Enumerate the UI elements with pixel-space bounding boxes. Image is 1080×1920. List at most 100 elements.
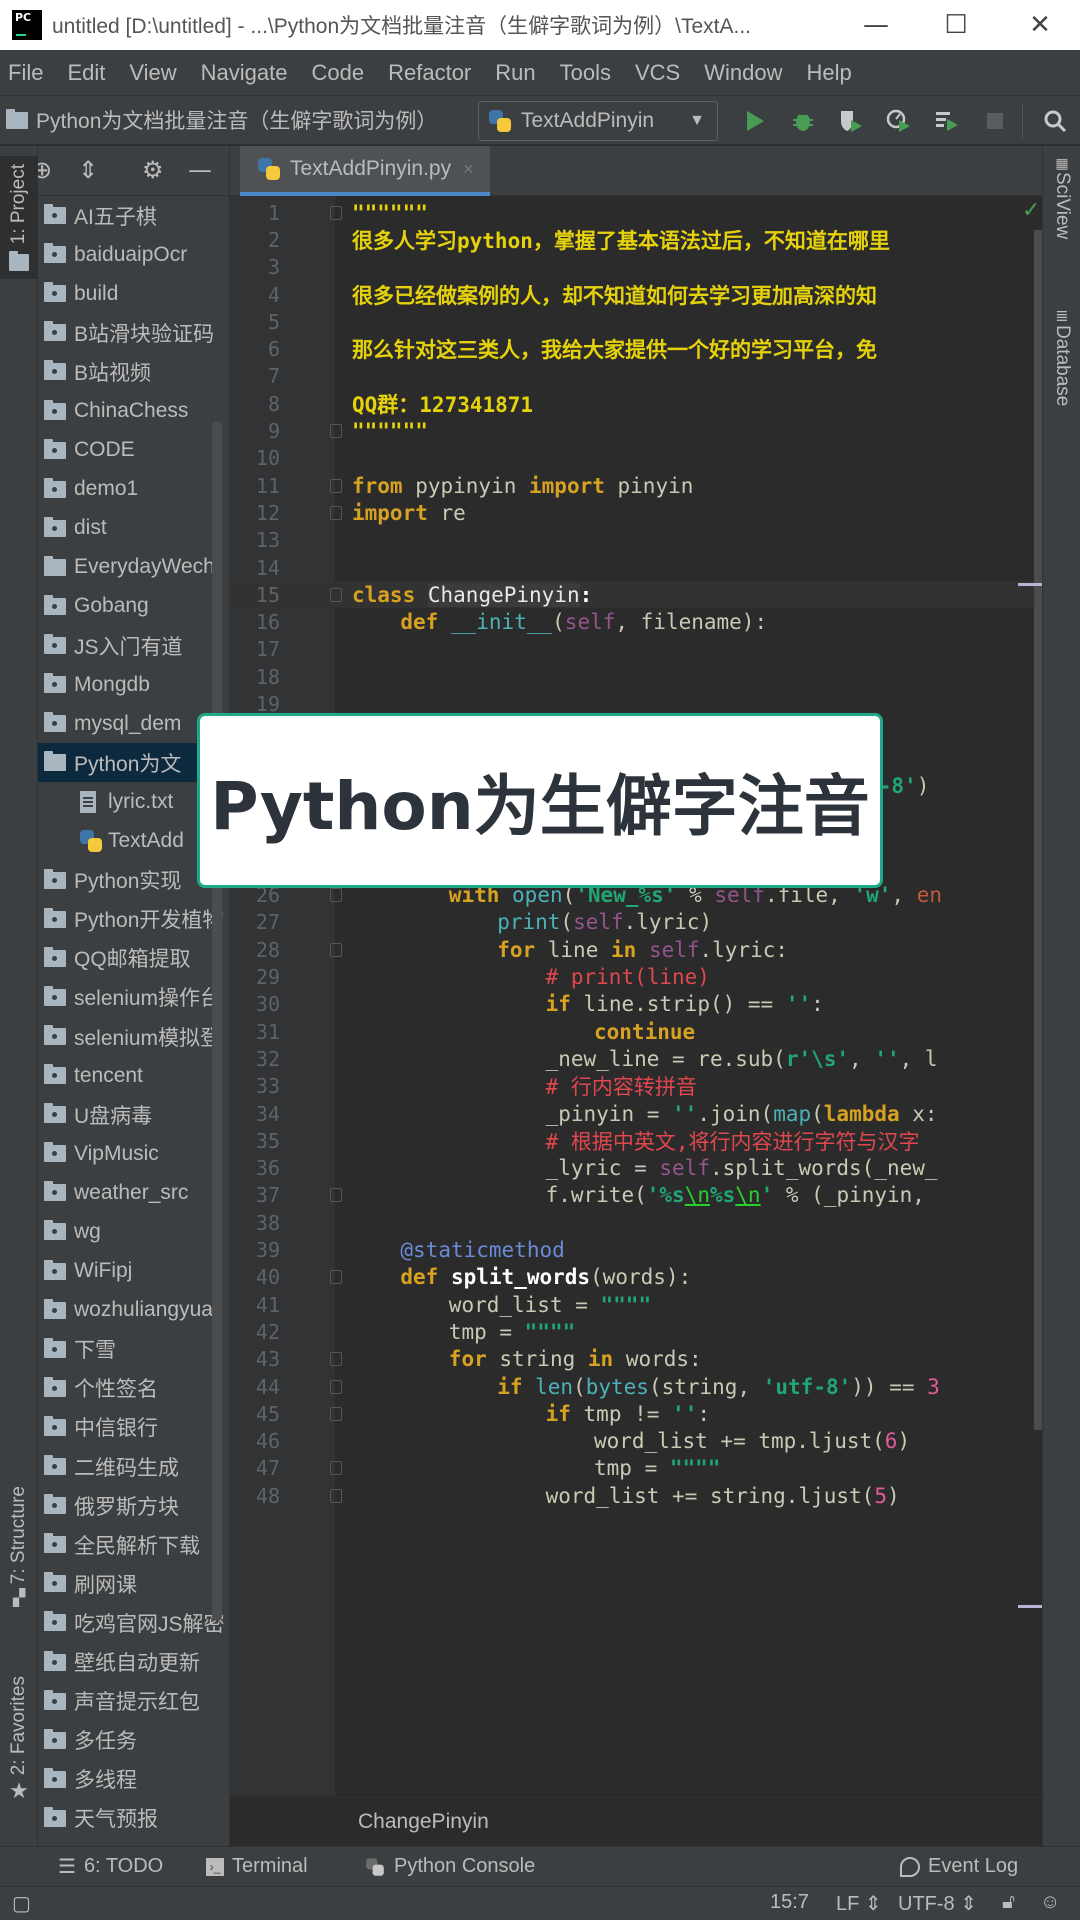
search-everywhere-button[interactable] bbox=[1040, 106, 1070, 136]
fold-marker-icon[interactable] bbox=[330, 478, 342, 493]
editor-scrollbar[interactable] bbox=[1034, 230, 1042, 1430]
code-line[interactable]: 32 _new_line = re.sub(r'\s', '', l bbox=[230, 1045, 1042, 1072]
project-tree-item[interactable]: Mongdb bbox=[38, 665, 229, 704]
fold-marker-icon[interactable] bbox=[330, 1270, 342, 1285]
close-button[interactable]: ✕ bbox=[1010, 0, 1070, 50]
project-tree-item[interactable]: JS入门有道 bbox=[38, 626, 229, 665]
menu-view[interactable]: View bbox=[129, 60, 176, 86]
code-line[interactable]: 11 from pypinyin import pinyin bbox=[230, 472, 1042, 499]
collapse-all-icon[interactable]: ⇕ bbox=[78, 156, 98, 184]
project-tree-item[interactable]: 吃鸡官网JS解密 bbox=[38, 1603, 229, 1642]
code-line[interactable]: 45 if tmp != '': bbox=[230, 1400, 1042, 1427]
favorites-tool-tab[interactable]: 2: Favorites ★ bbox=[0, 1676, 38, 1804]
error-stripe-marker[interactable] bbox=[1018, 1605, 1042, 1608]
maximize-button[interactable]: ☐ bbox=[926, 0, 986, 50]
terminal-tab[interactable]: ›_ Terminal bbox=[206, 1855, 308, 1878]
code-line[interactable]: 6 那么针对这三类人，我给大家提供一个好的学习平台，免 bbox=[230, 336, 1042, 363]
code-line[interactable]: 37 f.write('%s\n%s\n' % (_pinyin, bbox=[230, 1182, 1042, 1209]
project-tree-item[interactable]: baiduaipOcr bbox=[38, 235, 229, 274]
code-editor[interactable]: 1 """""" 2 很多人学习python，掌握了基本语法过后，不知道在哪里 3 4 很多… bbox=[230, 196, 1042, 1796]
project-tree-item[interactable]: 天气预报 bbox=[38, 1799, 229, 1838]
project-tree-item[interactable]: demo1 bbox=[38, 470, 229, 509]
project-tree-item[interactable]: EverydayWech bbox=[38, 548, 229, 587]
code-line[interactable]: 27 print(self.lyric) bbox=[230, 909, 1042, 936]
menu-file[interactable]: File bbox=[8, 60, 43, 86]
menu-help[interactable]: Help bbox=[806, 60, 851, 86]
project-tree-item[interactable]: B站视频 bbox=[38, 352, 229, 391]
menu-run[interactable]: Run bbox=[495, 60, 535, 86]
project-tree-item[interactable]: 中信银行 bbox=[38, 1408, 229, 1447]
project-tree-item[interactable]: 多线程 bbox=[38, 1760, 229, 1799]
fold-marker-icon[interactable] bbox=[330, 942, 342, 957]
fold-marker-icon[interactable] bbox=[330, 1188, 342, 1203]
menu-tools[interactable]: Tools bbox=[560, 60, 611, 86]
project-tree-item[interactable]: VipMusic bbox=[38, 1134, 229, 1173]
project-tree-item[interactable]: WiFipj bbox=[38, 1252, 229, 1291]
code-line[interactable]: 40 def split_words(words): bbox=[230, 1264, 1042, 1291]
project-tree-item[interactable]: 刷网课 bbox=[38, 1564, 229, 1603]
fold-marker-icon[interactable] bbox=[330, 205, 342, 220]
fold-marker-icon[interactable] bbox=[330, 1379, 342, 1394]
fold-marker-icon[interactable] bbox=[330, 505, 342, 520]
tab-textaddpinyin-py[interactable]: TextAddPinyin.py × bbox=[240, 146, 490, 196]
project-tree-item[interactable]: U盘病毒 bbox=[38, 1095, 229, 1134]
code-line[interactable]: 17 bbox=[230, 636, 1042, 663]
fold-marker-icon[interactable] bbox=[330, 1406, 342, 1421]
code-line[interactable]: 10 bbox=[230, 445, 1042, 472]
encoding-selector[interactable]: UTF-8 ⇕ bbox=[898, 1891, 977, 1916]
python-console-tab[interactable]: Python Console bbox=[364, 1855, 535, 1878]
locate-icon[interactable]: ⊕ bbox=[38, 156, 52, 184]
code-line[interactable]: 16 def __init__(self, filename): bbox=[230, 609, 1042, 636]
code-line[interactable]: 7 bbox=[230, 363, 1042, 390]
project-tree-item[interactable]: AI五子棋 bbox=[38, 196, 229, 235]
fold-marker-icon[interactable] bbox=[330, 587, 342, 602]
code-line[interactable]: 14 bbox=[230, 554, 1042, 581]
project-scrollbar[interactable] bbox=[212, 421, 222, 1621]
inspector-hat-icon[interactable]: ☺ bbox=[1040, 1891, 1060, 1914]
run-with-coverage-button[interactable] bbox=[836, 106, 866, 136]
error-stripe-marker[interactable] bbox=[1018, 583, 1042, 586]
minimize-button[interactable]: — bbox=[846, 0, 906, 50]
menu-window[interactable]: Window bbox=[704, 60, 782, 86]
concurrency-diagram-button[interactable] bbox=[932, 106, 962, 136]
project-tree-item[interactable]: dist bbox=[38, 509, 229, 548]
project-tree-item[interactable]: 二维码生成 bbox=[38, 1447, 229, 1486]
project-tool-tab[interactable]: 1: Project bbox=[0, 156, 38, 280]
project-tree-item[interactable]: Python开发植物 bbox=[38, 900, 229, 939]
code-line[interactable]: 47 tmp = """" bbox=[230, 1455, 1042, 1482]
menu-refactor[interactable]: Refactor bbox=[388, 60, 471, 86]
project-tree-item[interactable]: 全民解析下载 bbox=[38, 1525, 229, 1564]
code-line[interactable]: 8 QQ群：127341871 bbox=[230, 390, 1042, 417]
project-tree-item[interactable]: tencent bbox=[38, 1056, 229, 1095]
menu-edit[interactable]: Edit bbox=[67, 60, 105, 86]
database-tool-tab[interactable]: ≣ Database bbox=[1043, 306, 1080, 406]
fold-marker-icon[interactable] bbox=[330, 424, 342, 439]
debug-button[interactable] bbox=[788, 106, 818, 136]
code-line[interactable]: 2 很多人学习python，掌握了基本语法过后，不知道在哪里 bbox=[230, 226, 1042, 253]
menu-vcs[interactable]: VCS bbox=[635, 60, 680, 86]
project-tree-item[interactable]: 壁纸自动更新 bbox=[38, 1642, 229, 1681]
code-line[interactable]: 9 """""" bbox=[230, 417, 1042, 444]
code-line[interactable]: 42 tmp = """" bbox=[230, 1318, 1042, 1345]
project-tree-item[interactable]: B站滑块验证码 bbox=[38, 313, 229, 352]
code-line[interactable]: 41 word_list = """" bbox=[230, 1291, 1042, 1318]
code-line[interactable]: 44 if len(bytes(string, 'utf-8')) == 3 bbox=[230, 1373, 1042, 1400]
code-line[interactable]: 46 word_list += tmp.ljust(6) bbox=[230, 1428, 1042, 1455]
code-line[interactable]: 43 for string in words: bbox=[230, 1346, 1042, 1373]
project-tree-item[interactable]: 多任务 bbox=[38, 1721, 229, 1760]
code-line[interactable]: 36 _lyric = self.split_words(_new_ bbox=[230, 1155, 1042, 1182]
minimize-icon[interactable]: — bbox=[188, 156, 212, 184]
project-tree-item[interactable]: wozhuliangyua bbox=[38, 1291, 229, 1330]
event-log-tab[interactable]: Event Log bbox=[900, 1855, 1018, 1878]
editor-breadcrumb[interactable]: ChangePinyin bbox=[230, 1797, 1042, 1845]
code-line[interactable]: 18 bbox=[230, 663, 1042, 690]
code-line[interactable]: 4 很多已经做案例的人，却不知道如何去学习更加高深的知 bbox=[230, 281, 1042, 308]
stop-button[interactable] bbox=[980, 106, 1010, 136]
profile-button[interactable] bbox=[884, 106, 914, 136]
project-tree-item[interactable]: wg bbox=[38, 1212, 229, 1251]
run-button[interactable] bbox=[740, 106, 770, 136]
fold-marker-icon[interactable] bbox=[330, 888, 342, 903]
lock-icon[interactable]: 🔓︎ bbox=[1002, 1891, 1015, 1914]
project-tree-item[interactable]: QQ邮箱提取 bbox=[38, 939, 229, 978]
code-line[interactable]: 29 # print(line) bbox=[230, 963, 1042, 990]
